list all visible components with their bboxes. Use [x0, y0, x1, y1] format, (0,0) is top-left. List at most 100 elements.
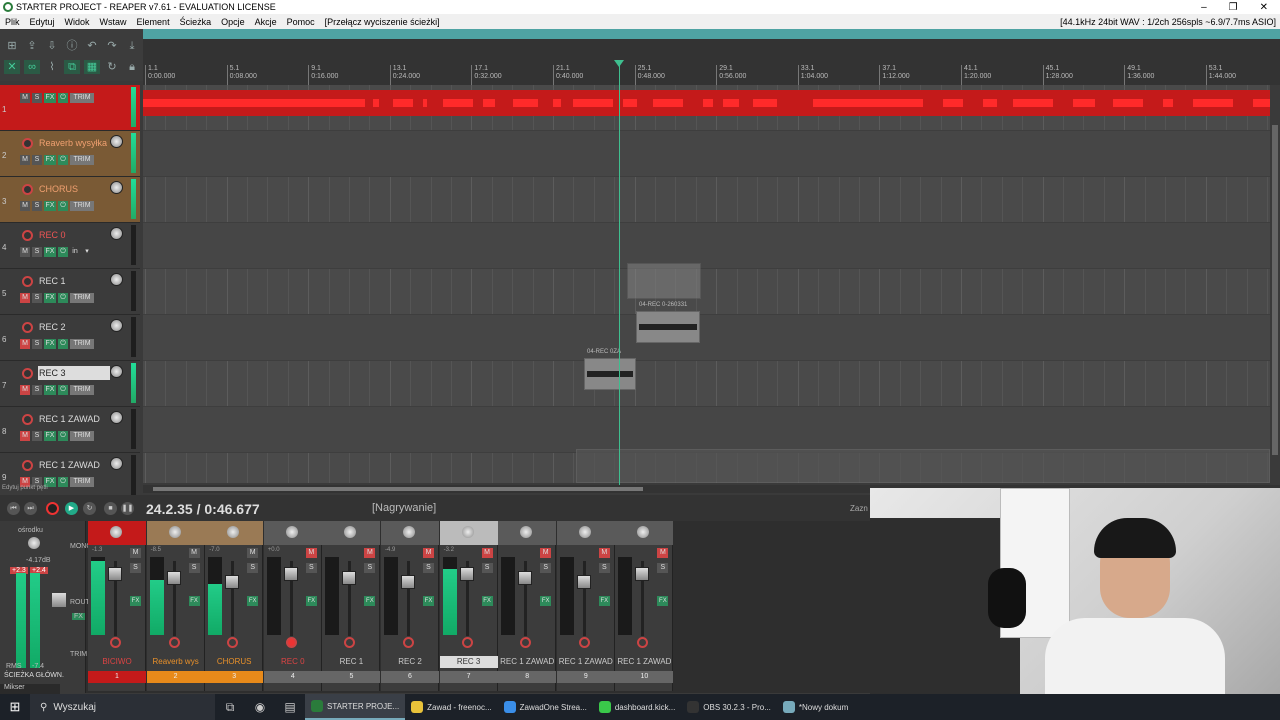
volume-fader[interactable] — [283, 567, 298, 581]
mixer-strip[interactable]: M S FX REC 1 ZAWAD 10 — [615, 521, 674, 691]
mixer-strip[interactable]: -3.2 M S FX REC 3 7 — [439, 521, 498, 691]
go-to-end-icon[interactable]: ⏭ — [24, 502, 37, 515]
task-view-icon[interactable]: ⧉ — [215, 700, 245, 715]
record-arm-button[interactable] — [22, 230, 33, 241]
fx-button[interactable]: FX — [540, 596, 552, 606]
input-label[interactable]: in — [70, 247, 80, 257]
record-arm-button[interactable] — [578, 637, 590, 648]
record-arm-button[interactable] — [22, 276, 33, 287]
loop-icon[interactable]: ↻ — [104, 60, 120, 74]
loop-region-bar[interactable] — [143, 29, 1280, 39]
record-arm-button[interactable] — [22, 414, 33, 425]
volume-knob[interactable] — [110, 135, 123, 148]
solo-button[interactable]: S — [598, 563, 610, 573]
record-arm-button[interactable] — [285, 637, 297, 648]
menu-sciezka[interactable]: Ścieżka — [175, 17, 217, 27]
solo-button[interactable]: S — [32, 431, 42, 441]
solo-button[interactable]: S — [32, 385, 42, 395]
track-name[interactable]: Reaverb wysyłka — [38, 136, 110, 150]
pause-button[interactable]: ❚❚ — [121, 502, 134, 515]
windows-start-icon[interactable]: ⊞ — [0, 699, 30, 715]
fx-button[interactable]: FX — [423, 596, 434, 606]
master-pan-knob[interactable] — [28, 537, 40, 549]
loop-toggle-icon[interactable]: ↻ — [83, 502, 96, 515]
pan-knob[interactable] — [637, 526, 650, 538]
trim-button[interactable]: TRIM — [70, 201, 94, 211]
scroll-thumb[interactable] — [1272, 125, 1278, 455]
scroll-thumb[interactable] — [153, 487, 643, 491]
track-name[interactable]: REC 1 ZAWAD — [38, 412, 110, 426]
pan-knob[interactable] — [227, 526, 240, 538]
record-arm-button[interactable] — [22, 368, 33, 379]
timeline-ruler[interactable]: 1.1 0:00.000 5.1 0:08.000 9.1 0:16.000 13.1 0:2… — [143, 39, 1280, 85]
arrange-view[interactable]: 04-REC 0-260331 04-REC 0ZA — [143, 85, 1270, 483]
fx-button[interactable]: FX — [44, 93, 56, 103]
grid-icon[interactable]: ⊞ — [4, 39, 20, 53]
mixer-strip[interactable]: -4.9 M S FX REC 2 6 — [381, 521, 439, 691]
track-9-items[interactable] — [576, 449, 1270, 483]
solo-button[interactable]: S — [364, 563, 376, 573]
save-icon[interactable]: ⇪ — [24, 39, 40, 53]
fx-button[interactable]: FX — [305, 596, 317, 606]
audio-device-status[interactable]: [44.1kHz 24bit WAV : 1/2ch 256spls ~6.9/… — [1060, 17, 1280, 27]
mute-button[interactable]: M — [657, 548, 669, 558]
io-button[interactable]: ⏻ — [58, 385, 68, 395]
play-button[interactable]: ▶ — [65, 502, 78, 515]
record-arm-button[interactable] — [22, 322, 33, 333]
fx-button[interactable]: FX — [44, 431, 56, 441]
volume-knob[interactable] — [110, 181, 123, 194]
menu-akcje[interactable]: Akcje — [250, 17, 282, 27]
track-header[interactable]: 4 REC 0 M S FX ⏻ in ▾ — [0, 223, 140, 269]
lock-icon[interactable]: 🔒︎ — [124, 60, 140, 74]
arrange-lane[interactable] — [143, 315, 1270, 361]
fx-button[interactable]: FX — [44, 339, 56, 349]
solo-button[interactable]: S — [657, 563, 669, 573]
strip-name[interactable]: CHORUS — [205, 656, 263, 668]
track-header[interactable]: 7 REC 3 M S FX ⏻ TRIM — [0, 361, 140, 407]
record-arm-button[interactable] — [22, 138, 33, 149]
mute-button[interactable]: M — [20, 293, 30, 303]
mute-button[interactable]: M — [598, 548, 610, 558]
io-button[interactable]: ⏻ — [58, 477, 68, 487]
solo-button[interactable]: S — [540, 563, 552, 573]
taskbar-app-button[interactable]: OBS 30.2.3 - Pro... — [681, 694, 777, 720]
minimize-button[interactable]: – — [1201, 2, 1207, 13]
pan-knob[interactable] — [344, 526, 357, 538]
app-icon[interactable]: ▤ — [275, 700, 305, 714]
volume-fader[interactable] — [166, 571, 181, 585]
track-name[interactable]: REC 0 — [38, 228, 110, 242]
master-fader[interactable] — [52, 593, 66, 607]
solo-button[interactable]: S — [32, 93, 42, 103]
taskbar-app-button[interactable]: ZawadOne Strea... — [498, 694, 593, 720]
track-header[interactable]: 3 CHORUS M S FX ⏻ TRIM — [0, 177, 140, 223]
mute-button[interactable]: M — [20, 247, 30, 257]
track-header[interactable]: 5 REC 1 M S FX ⏻ TRIM — [0, 269, 140, 315]
solo-button[interactable]: S — [32, 155, 42, 165]
solo-button[interactable]: S — [247, 563, 259, 573]
mute-button[interactable]: M — [130, 548, 141, 558]
solo-button[interactable]: S — [130, 563, 141, 573]
volume-knob[interactable] — [110, 273, 123, 286]
download-icon[interactable]: ⤓ — [124, 39, 140, 53]
mute-button[interactable]: M — [20, 93, 30, 103]
redo-icon[interactable]: ↷ — [104, 39, 120, 53]
master-fx-button[interactable]: FX — [72, 613, 85, 620]
group-icon[interactable]: ⧉ — [64, 60, 80, 74]
record-arm-button[interactable] — [461, 637, 473, 648]
mixer-strip[interactable]: -1.3 M S FX BICIWO 1 — [88, 521, 146, 691]
solo-button[interactable]: S — [32, 339, 42, 349]
track-name[interactable]: REC 3 — [38, 366, 110, 380]
menu-wstaw[interactable]: Wstaw — [95, 17, 132, 27]
trim-button[interactable]: TRIM — [70, 385, 94, 395]
taskbar-search[interactable]: ⚲ Wyszukaj — [30, 694, 215, 720]
mute-button[interactable]: M — [305, 548, 317, 558]
fx-button[interactable]: FX — [44, 385, 56, 395]
fx-button[interactable]: FX — [44, 201, 56, 211]
io-button[interactable]: ⏻ — [58, 201, 68, 211]
menu-edytuj[interactable]: Edytuj — [25, 17, 60, 27]
trim-button[interactable]: TRIM — [70, 93, 94, 103]
menu-plik[interactable]: Plik — [0, 17, 25, 27]
mute-button[interactable]: M — [481, 548, 493, 558]
trim-button[interactable]: TRIM — [70, 477, 94, 487]
volume-fader[interactable] — [635, 567, 650, 581]
